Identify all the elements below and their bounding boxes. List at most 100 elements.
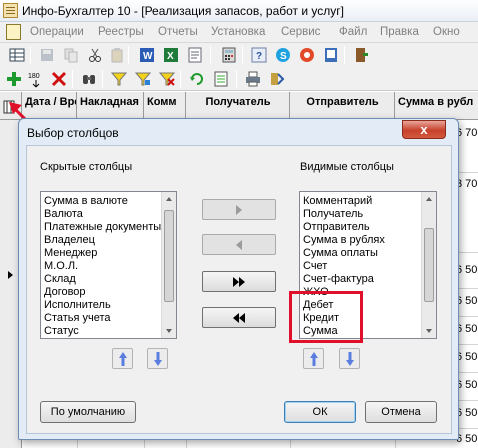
list-item[interactable]: Счет-фактура <box>303 273 374 285</box>
paste-icon[interactable] <box>108 46 126 64</box>
hidden-columns-list[interactable]: Сумма в валюте Валюта Платежные документ… <box>40 191 177 339</box>
delete-icon[interactable] <box>50 70 68 88</box>
column-chooser-dialog: Выбор столбцов x Скрытые столбцы Видимые… <box>18 118 459 440</box>
list-item[interactable]: Комментарий <box>303 195 372 207</box>
save-icon[interactable] <box>38 46 56 64</box>
visible-list-scrollbar[interactable] <box>421 192 436 338</box>
exit-icon[interactable] <box>352 46 370 64</box>
filter-clear-icon[interactable] <box>158 70 176 88</box>
calculator-icon[interactable] <box>220 46 238 64</box>
column-recipient[interactable]: Получатель <box>186 92 290 120</box>
document-menu-icon[interactable] <box>6 24 21 40</box>
cell-amount: 6 50 <box>456 407 478 419</box>
scroll-thumb[interactable] <box>424 228 434 302</box>
menu-registers[interactable]: Реестры <box>98 26 144 38</box>
info-icon[interactable] <box>322 46 340 64</box>
app-icon <box>3 3 18 18</box>
column-amount-rub[interactable]: Сумма в рубл <box>395 92 478 120</box>
hidden-move-up-button[interactable] <box>112 348 133 369</box>
list-item[interactable]: Исполнитель <box>44 299 111 311</box>
move-to-visible-button[interactable] <box>202 199 276 220</box>
cell-amount: 6 50 <box>456 323 478 335</box>
binoculars-icon[interactable] <box>80 70 98 88</box>
scroll-up-icon[interactable] <box>166 197 172 201</box>
filter-edit-icon[interactable] <box>134 70 152 88</box>
visible-columns-list[interactable]: Комментарий Получатель Отправитель Сумма… <box>299 191 437 339</box>
menu-setup[interactable]: Установка <box>211 26 265 38</box>
list-item[interactable]: М.О.Л. <box>44 260 78 272</box>
list-item[interactable]: ЖХО <box>303 286 329 298</box>
cancel-button[interactable]: Отмена <box>365 401 437 423</box>
grid-view-icon[interactable] <box>8 46 26 64</box>
cut-icon[interactable] <box>86 46 104 64</box>
sort-icon[interactable]: 180 <box>26 70 46 88</box>
visible-move-down-button[interactable] <box>339 348 360 369</box>
menu-service[interactable]: Сервис <box>281 26 320 38</box>
list-item[interactable]: Сумма в валюте <box>44 195 128 207</box>
list-item[interactable]: Владелец <box>44 234 95 246</box>
refresh-icon[interactable] <box>188 70 206 88</box>
skype-icon[interactable]: S <box>274 46 292 64</box>
support-icon[interactable] <box>298 46 316 64</box>
list-item[interactable]: Договор <box>44 286 86 298</box>
menu-file[interactable]: Файл <box>339 26 367 38</box>
dialog-body: Скрытые столбцы Видимые столбцы Сумма в … <box>26 145 452 434</box>
column-comment[interactable]: Комм <box>144 92 186 120</box>
list-item[interactable]: Статья учета <box>44 312 111 324</box>
cell-amount: 6 50 <box>456 379 478 391</box>
word-export-icon[interactable]: W <box>138 46 156 64</box>
column-sender[interactable]: Отправитель <box>290 92 395 120</box>
dialog-title: Выбор столбцов <box>27 126 119 140</box>
list-item[interactable]: Склад <box>44 273 76 285</box>
print-icon[interactable] <box>244 70 262 88</box>
dialog-close-button[interactable]: x <box>402 120 446 139</box>
help-icon[interactable]: ? <box>250 46 268 64</box>
hidden-list-scrollbar[interactable] <box>161 192 176 338</box>
list-item[interactable]: Отправитель <box>303 221 370 233</box>
move-to-hidden-button[interactable] <box>202 234 276 255</box>
current-row-indicator <box>8 271 13 279</box>
list-item[interactable]: Валюта <box>44 208 83 220</box>
move-all-to-visible-button[interactable] <box>202 271 276 292</box>
list-item[interactable]: Счет <box>303 260 327 272</box>
column-settings-icon[interactable] <box>3 100 17 116</box>
menu-operations[interactable]: Операции <box>30 26 84 38</box>
filter-icon[interactable] <box>110 70 128 88</box>
svg-text:S: S <box>280 51 287 62</box>
move-all-to-hidden-button[interactable] <box>202 307 276 328</box>
scroll-down-icon[interactable] <box>166 329 172 333</box>
list-item[interactable]: Получатель <box>303 208 363 220</box>
column-date[interactable]: Дата / Время <box>22 92 77 120</box>
scroll-up-icon[interactable] <box>426 197 432 201</box>
list-item[interactable]: Кредит <box>303 312 339 324</box>
list-item[interactable]: Платежные документы <box>44 221 161 233</box>
column-settings-header[interactable] <box>0 92 22 120</box>
menu-reports[interactable]: Отчеты <box>158 26 198 38</box>
checklist-icon[interactable] <box>212 70 230 88</box>
ok-button[interactable]: ОК <box>284 401 356 423</box>
excel-export-icon[interactable]: X <box>162 46 180 64</box>
copy-icon[interactable] <box>62 46 80 64</box>
settings-icon[interactable] <box>268 70 286 88</box>
arrow-down-icon <box>154 352 162 366</box>
column-invoice[interactable]: Накладная <box>77 92 144 120</box>
menu-edit[interactable]: Правка <box>380 26 419 38</box>
list-item[interactable]: Сумма в рублях <box>303 234 385 246</box>
list-item[interactable]: Сумма оплаты <box>303 247 378 259</box>
list-item[interactable]: Дебет <box>303 299 333 311</box>
arrow-up-icon <box>310 352 318 366</box>
list-item[interactable]: Менеджер <box>44 247 97 259</box>
menu-window[interactable]: Окно <box>433 26 460 38</box>
scroll-thumb[interactable] <box>164 210 174 302</box>
hidden-move-down-button[interactable] <box>147 348 168 369</box>
scroll-down-icon[interactable] <box>426 329 432 333</box>
list-item[interactable]: Статус <box>44 325 79 337</box>
default-button[interactable]: По умолчанию <box>40 401 136 423</box>
menu-bar: Операции Реестры Отчеты Установка Сервис… <box>0 22 478 43</box>
list-item[interactable]: Сумма <box>303 325 338 337</box>
arrow-right-icon <box>236 204 242 215</box>
visible-move-up-button[interactable] <box>303 348 324 369</box>
add-icon[interactable] <box>5 70 23 88</box>
toolbar-main: W X ? S <box>0 43 478 67</box>
text-export-icon[interactable] <box>186 46 204 64</box>
